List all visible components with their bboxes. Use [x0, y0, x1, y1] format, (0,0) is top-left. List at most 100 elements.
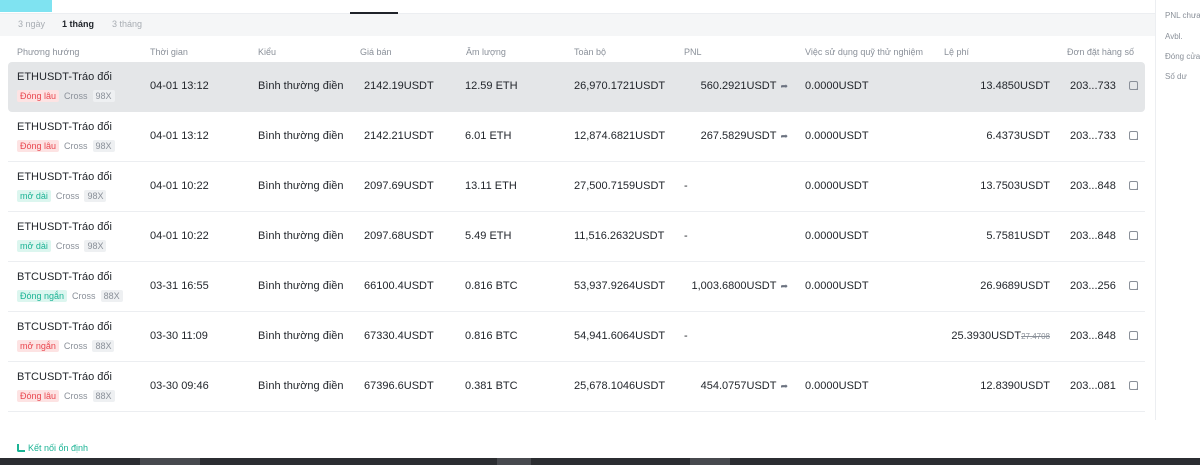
order-no-cell: 203...848	[1070, 330, 1116, 342]
copy-icon[interactable]	[1129, 231, 1138, 240]
col-price: Giá bán	[360, 47, 392, 57]
pnl-cell: -	[684, 180, 688, 192]
margin-mode-label: Cross	[64, 391, 88, 401]
pnl-cell: 1,003.6800USDT ➦	[668, 280, 788, 292]
leverage-badge: 98X	[92, 140, 115, 152]
share-icon[interactable]: ➦	[780, 131, 788, 142]
time-cell: 04-01 10:22	[150, 180, 209, 192]
type-cell: Bình thường điền	[258, 180, 344, 192]
symbol-label[interactable]: ETHUSDT-Tráo đổi	[17, 221, 112, 233]
symbol-label[interactable]: BTCUSDT-Tráo đổi	[17, 371, 112, 383]
margin-mode-label: Cross	[55, 241, 80, 251]
time-cell: 04-01 13:12	[150, 130, 209, 142]
volume-cell: 5.49 ETH	[465, 230, 512, 242]
pnl-value: 454.0757USDT	[700, 380, 777, 392]
side-badge: mở dài	[17, 240, 51, 252]
symbol-label[interactable]: ETHUSDT-Tráo đổi	[17, 171, 112, 183]
leverage-badge: 88X	[92, 340, 115, 352]
col-pnl: PNL	[684, 47, 702, 57]
share-icon[interactable]: ➦	[780, 281, 788, 292]
trade-history-table: Phương hướng Thời gian Kiểu Giá bán Âm l…	[0, 40, 1155, 412]
share-icon[interactable]: ➦	[780, 81, 788, 92]
price-cell: 66100.4USDT	[364, 280, 434, 292]
trial-fund-cell: 0.0000USDT	[805, 280, 869, 292]
table-row[interactable]: ETHUSDT-Tráo đổi Đóng lâu Cross 98X 04-01 13…	[8, 62, 1145, 112]
col-order-no: Đơn đặt hàng số	[1067, 47, 1134, 57]
position-tags: mở ngắn Cross 88X	[17, 340, 115, 352]
fee-cell: 13.4850USDT	[898, 80, 1050, 92]
fee-value: 12.8390USDT	[980, 380, 1050, 392]
symbol-label[interactable]: ETHUSDT-Tráo đổi	[17, 121, 112, 133]
side-balance: Số dư	[1165, 72, 1187, 81]
fee-cell: 13.7503USDT	[898, 180, 1050, 192]
fee-cell: 12.8390USDT	[898, 380, 1050, 392]
fee-value: 26.9689USDT	[980, 280, 1050, 292]
table-row[interactable]: BTCUSDT-Tráo đổi mở ngắn Cross 88X 03-30 11:…	[8, 312, 1145, 362]
time-cell: 04-01 10:22	[150, 230, 209, 242]
fee-cell: 6.4373USDT	[898, 130, 1050, 142]
table-row[interactable]: ETHUSDT-Tráo đổi Đóng lâu Cross 98X 04-01 13…	[8, 112, 1145, 162]
type-cell: Bình thường điền	[258, 230, 344, 242]
fee-value: 25.3930USDT	[951, 330, 1022, 342]
type-cell: Bình thường điền	[258, 330, 344, 342]
period-1-month[interactable]: 1 tháng	[62, 19, 94, 29]
active-top-tab-marker[interactable]	[0, 0, 52, 12]
col-time: Thời gian	[150, 47, 188, 57]
volume-cell: 6.01 ETH	[465, 130, 512, 142]
total-cell: 26,970.1721USDT	[574, 80, 666, 92]
period-3-months[interactable]: 3 tháng	[112, 19, 142, 29]
margin-mode-label: Cross	[63, 341, 88, 351]
pnl-cell: -	[684, 330, 688, 342]
fee-value: 6.4373USDT	[986, 130, 1050, 142]
copy-icon[interactable]	[1129, 131, 1138, 140]
margin-mode-label: Cross	[55, 191, 80, 201]
connection-status: Kết nối ổn định	[17, 443, 88, 453]
signal-icon	[17, 444, 25, 452]
col-type: Kiểu	[258, 47, 277, 57]
copy-icon[interactable]	[1129, 281, 1138, 290]
copy-icon[interactable]	[1129, 381, 1138, 390]
taskbar-item[interactable]	[140, 458, 200, 465]
pnl-cell: 560.2921USDT ➦	[668, 80, 788, 92]
position-tags: Đóng lâu Cross 98X	[17, 90, 115, 102]
fee-cell: 5.7581USDT	[898, 230, 1050, 242]
side-badge: Đóng lâu	[17, 90, 60, 102]
taskbar-item[interactable]	[497, 458, 531, 465]
price-cell: 2142.19USDT	[364, 80, 434, 92]
symbol-label[interactable]: ETHUSDT-Tráo đổi	[17, 71, 112, 83]
share-icon[interactable]: ➦	[780, 381, 788, 392]
pnl-cell: -	[684, 230, 688, 242]
pnl-cell: 454.0757USDT ➦	[668, 380, 788, 392]
col-fee: Lệ phí	[944, 47, 970, 57]
taskbar-item[interactable]	[690, 458, 730, 465]
trial-fund-cell: 0.0000USDT	[805, 230, 869, 242]
type-cell: Bình thường điền	[258, 130, 344, 142]
order-no-cell: 203...081	[1070, 380, 1116, 392]
table-row[interactable]: BTCUSDT-Tráo đổi Đóng lâu Cross 88X 03-30 09…	[8, 362, 1145, 412]
side-badge: mở dài	[17, 190, 51, 202]
symbol-label[interactable]: BTCUSDT-Tráo đổi	[17, 271, 112, 283]
top-tab-bar	[0, 0, 1155, 14]
pnl-value: 560.2921USDT	[700, 80, 777, 92]
table-row[interactable]: BTCUSDT-Tráo đổi Đóng ngắn Cross 88X 03-31 1…	[8, 262, 1145, 312]
col-total: Toàn bộ	[574, 47, 607, 57]
table-header: Phương hướng Thời gian Kiểu Giá bán Âm l…	[0, 40, 1155, 62]
time-cell: 03-31 16:55	[150, 280, 209, 292]
copy-icon[interactable]	[1129, 81, 1138, 90]
volume-cell: 13.11 ETH	[465, 180, 517, 192]
total-cell: 25,678.1046USDT	[574, 380, 666, 392]
copy-icon[interactable]	[1129, 181, 1138, 190]
account-side-panel: PNL chưa Avbl. Đóng cửa Số dư	[1155, 0, 1200, 420]
table-row[interactable]: ETHUSDT-Tráo đổi mở dài Cross 98X 04-01 10:2…	[8, 162, 1145, 212]
position-tags: mở dài Cross 98X	[17, 240, 107, 252]
fee-value: 13.4850USDT	[980, 80, 1050, 92]
copy-icon[interactable]	[1129, 331, 1138, 340]
fee-cell: 26.9689USDT	[898, 280, 1050, 292]
side-badge: Đóng ngắn	[17, 290, 68, 302]
leverage-badge: 98X	[92, 90, 115, 102]
table-row[interactable]: ETHUSDT-Tráo đổi mở dài Cross 98X 04-01 10:2…	[8, 212, 1145, 262]
fee-value: 5.7581USDT	[986, 230, 1050, 242]
period-3-days[interactable]: 3 ngày	[18, 19, 45, 29]
pnl-value: 1,003.6800USDT	[691, 280, 777, 292]
symbol-label[interactable]: BTCUSDT-Tráo đổi	[17, 321, 112, 333]
